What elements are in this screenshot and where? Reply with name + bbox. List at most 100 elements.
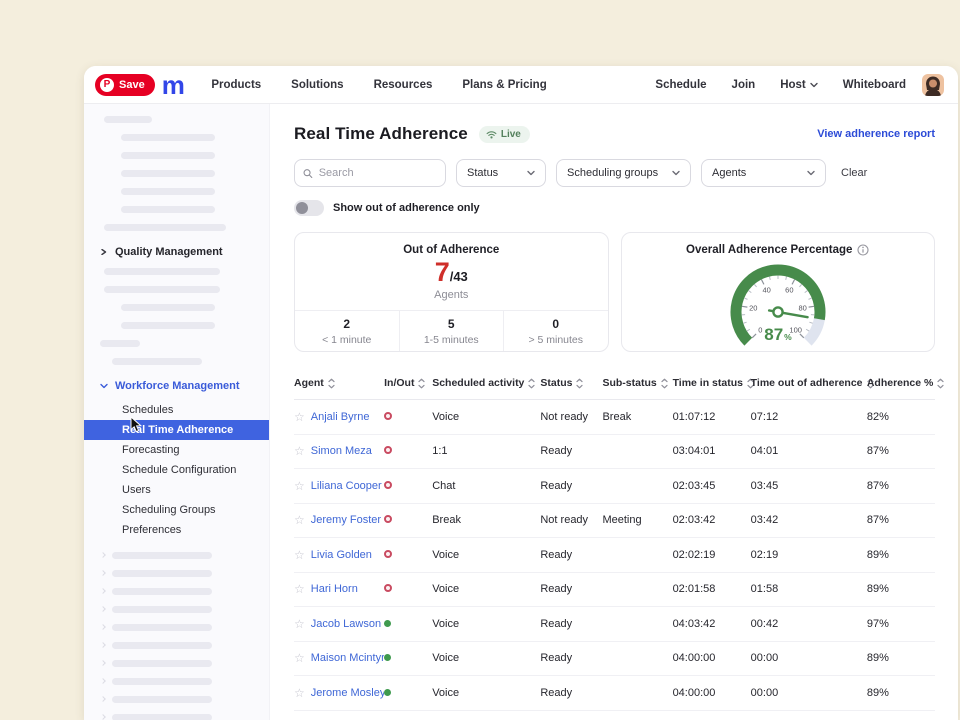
gauge-tick-label: 80 <box>798 304 806 313</box>
primary-nav: Products Solutions Resources Plans & Pricin… <box>211 79 546 91</box>
column-header-time-in-status[interactable]: Time in status <box>673 369 751 400</box>
sidebar-placeholder-bar <box>112 570 212 577</box>
agent-name-link[interactable]: Jacob Lawson <box>311 618 381 630</box>
brand-logo[interactable]: m <box>162 75 184 95</box>
sidebar-item-label: Quality Management <box>115 246 223 258</box>
clear-filters-button[interactable]: Clear <box>841 167 867 179</box>
sidebar-item-preferences[interactable]: Preferences <box>84 520 269 540</box>
column-header-agent[interactable]: Agent <box>294 369 384 400</box>
sidebar-placeholder-chevron <box>100 642 106 648</box>
agents-dropdown[interactable]: Agents <box>701 159 826 187</box>
scheduled-activity-cell: Voice <box>432 572 540 607</box>
column-header-inner: Time in status <box>673 377 754 389</box>
time-out-of-adherence-cell: 04:01 <box>751 434 867 469</box>
column-header-inner: Status <box>540 377 583 389</box>
dropdown-value: Agents <box>712 167 746 179</box>
agent-name-link[interactable]: Maison Mcintyre <box>311 652 384 664</box>
sort-arrows-icon <box>937 378 944 389</box>
pinterest-save-button[interactable]: P Save <box>95 74 155 96</box>
out-card-title: Out of Adherence <box>295 244 608 256</box>
out-of-adherence-dot <box>384 515 392 523</box>
agent-name-link[interactable]: Jerome Mosley <box>311 687 384 699</box>
agent-name-link[interactable]: Simon Meza <box>311 445 372 457</box>
column-header-adherence[interactable]: Adherence % <box>867 369 935 400</box>
in-out-cell <box>384 400 432 435</box>
sidebar-placeholder-bar <box>100 340 140 347</box>
summary-cards: Out of Adherence 7 /43 Agents 2< 1 minut… <box>294 232 935 352</box>
agent-name-link[interactable]: Liliana Cooper <box>311 480 382 492</box>
agent-name-link[interactable]: Hari Horn <box>311 583 358 595</box>
column-header-label: Scheduled activity <box>432 377 524 389</box>
star-icon[interactable]: ☆ <box>294 445 305 457</box>
column-header-status[interactable]: Status <box>540 369 602 400</box>
sidebar-item-schedule-configuration[interactable]: Schedule Configuration <box>84 460 269 480</box>
time-in-status-cell: 04:00:00 <box>673 641 751 676</box>
column-header-scheduled-activity[interactable]: Scheduled activity <box>432 369 540 400</box>
star-icon[interactable]: ☆ <box>294 480 305 492</box>
column-header-time-out-of-adherence[interactable]: Time out of adherence <box>751 369 867 400</box>
in-out-cell <box>384 434 432 469</box>
star-icon[interactable]: ☆ <box>294 652 305 664</box>
sidebar-item-schedules[interactable]: Schedules <box>84 400 269 420</box>
sidebar-item-users[interactable]: Users <box>84 480 269 500</box>
table-row: ☆Livia GoldenVoiceReady02:02:1902:1989% <box>294 538 935 573</box>
nav-link-resources[interactable]: Resources <box>374 79 433 91</box>
filter-dropdowns: Status Scheduling groups Agents <box>456 159 826 187</box>
column-header-label: Adherence % <box>867 377 934 389</box>
pinterest-logo-icon: P <box>100 78 114 92</box>
nav-link-products[interactable]: Products <box>211 79 261 91</box>
table-row: ☆Reggie PearsonVoiceReady03:30:0000:0089… <box>294 710 935 720</box>
info-icon[interactable] <box>857 244 869 256</box>
scheduled-activity-cell: Chat <box>432 469 540 504</box>
adherence-cell: 87% <box>867 434 935 469</box>
toggle-knob <box>296 202 308 214</box>
out-of-adherence-toggle[interactable] <box>294 200 324 216</box>
stat-value: 0 <box>504 317 608 331</box>
star-icon[interactable]: ☆ <box>294 411 305 423</box>
nav-link-host[interactable]: Host <box>780 79 818 91</box>
avatar[interactable] <box>922 74 944 96</box>
star-icon[interactable]: ☆ <box>294 514 305 526</box>
sidebar-item-scheduling-groups[interactable]: Scheduling Groups <box>84 500 269 520</box>
scheduled-activity-cell: Voice <box>432 538 540 573</box>
time-in-status-cell: 02:02:19 <box>673 538 751 573</box>
sidebar-item-forecasting[interactable]: Forecasting <box>84 440 269 460</box>
agent-name-link[interactable]: Livia Golden <box>311 549 372 561</box>
agent-cell: ☆ Jacob Lawson <box>294 618 378 630</box>
in-out-cell <box>384 503 432 538</box>
nav-link-whiteboard[interactable]: Whiteboard <box>843 79 906 91</box>
agent-cell-wrapper: ☆ Liliana Cooper <box>294 469 384 504</box>
status-cell: Ready <box>540 538 602 573</box>
sidebar-placeholder-chevron <box>100 570 106 576</box>
time-in-status-cell: 04:03:42 <box>673 607 751 642</box>
star-icon[interactable]: ☆ <box>294 549 305 561</box>
nav-link-join[interactable]: Join <box>732 79 756 91</box>
search-input[interactable] <box>319 167 437 179</box>
adherence-cell: 89% <box>867 572 935 607</box>
nav-link-solutions[interactable]: Solutions <box>291 79 343 91</box>
agent-name-link[interactable]: Jeremy Foster <box>311 514 381 526</box>
scheduling-groups-dropdown[interactable]: Scheduling groups <box>556 159 691 187</box>
table-row: ☆Liliana CooperChatReady02:03:4503:4587% <box>294 469 935 504</box>
sidebar-item-real-time-adherence[interactable]: Real Time Adherence <box>84 420 269 440</box>
in-out-cell <box>384 572 432 607</box>
time-in-status-cell: 02:03:42 <box>673 503 751 538</box>
star-icon[interactable]: ☆ <box>294 687 305 699</box>
status-dropdown[interactable]: Status <box>456 159 546 187</box>
agent-name-link[interactable]: Anjali Byrne <box>311 411 370 423</box>
nav-link-plans-pricing[interactable]: Plans & Pricing <box>462 79 546 91</box>
column-header-in-out[interactable]: In/Out <box>384 369 432 400</box>
stat-value: 2 <box>295 317 399 331</box>
gauge-tick-label: 40 <box>762 285 770 294</box>
nav-link-schedule[interactable]: Schedule <box>655 79 706 91</box>
sidebar-placeholder-bar <box>112 696 212 703</box>
column-header-label: Agent <box>294 377 324 389</box>
sidebar-item-workforce-management[interactable]: Workforce Management <box>84 376 269 396</box>
star-icon[interactable]: ☆ <box>294 583 305 595</box>
out-of-adherence-dot <box>384 550 392 558</box>
sidebar-item-quality-management[interactable]: Quality Management <box>84 242 269 262</box>
column-header-sub-status[interactable]: Sub-status <box>602 369 672 400</box>
view-adherence-report-link[interactable]: View adherence report <box>817 128 935 140</box>
star-icon[interactable]: ☆ <box>294 618 305 630</box>
agent-cell-wrapper: ☆ Jerome Mosley <box>294 676 384 711</box>
